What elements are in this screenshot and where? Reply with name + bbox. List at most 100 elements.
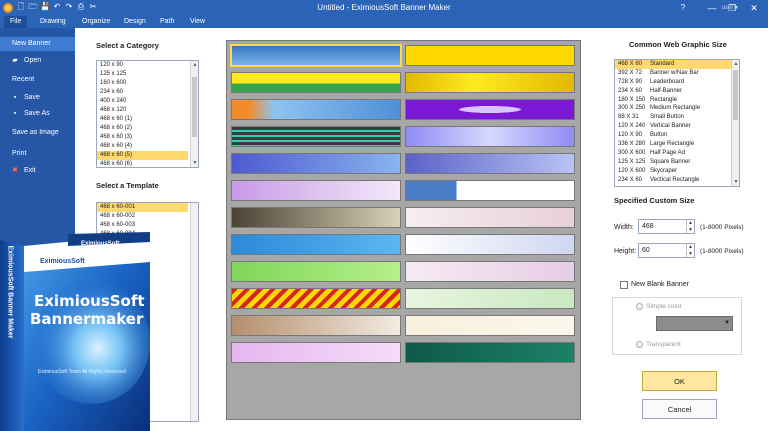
spin-down-icon[interactable]: ▼ <box>686 251 694 257</box>
nav-recent[interactable]: Recent <box>0 73 75 87</box>
scroll-thumb[interactable] <box>192 77 197 137</box>
width-label: Width: <box>614 224 634 231</box>
menu-drawing[interactable]: Drawing <box>34 16 72 28</box>
list-item[interactable]: 125 x 125 <box>97 70 198 79</box>
size-item[interactable]: 88 X 31 Small Button <box>615 113 739 122</box>
menu-view[interactable]: View <box>184 16 211 28</box>
template-thumb[interactable] <box>231 207 401 228</box>
list-item[interactable]: 400 x 240 <box>97 97 198 106</box>
size-item[interactable]: 392 X 72 Banner w/Nav Bar <box>615 69 739 78</box>
template-thumb[interactable] <box>405 72 575 93</box>
list-item[interactable]: 468 x 60-003 <box>97 221 198 230</box>
scroll-thumb[interactable] <box>733 70 738 120</box>
size-item-selected[interactable]: 468 X 60 Standard <box>615 60 739 69</box>
spin-up-icon[interactable]: ▲ <box>686 220 694 226</box>
new-blank-banner-checkbox[interactable] <box>620 281 628 289</box>
size-item[interactable]: 728 X 90 Leaderboard <box>615 78 739 87</box>
template-scrollbar[interactable] <box>190 203 198 421</box>
height-value: 60 <box>642 247 650 254</box>
menu-design[interactable]: Design <box>118 16 152 28</box>
window-title: Untitled - EximiousSoft Banner Maker <box>317 3 451 12</box>
list-item[interactable]: 468 x 60 (1) <box>97 115 198 124</box>
scroll-up-icon[interactable]: ▲ <box>732 60 739 68</box>
size-item[interactable]: 180 X 150 Rectangle <box>615 96 739 105</box>
template-thumb[interactable] <box>405 180 575 201</box>
template-thumb[interactable] <box>405 45 575 66</box>
ok-button[interactable]: OK <box>642 371 717 391</box>
spin-up-icon[interactable]: ▲ <box>686 244 694 250</box>
template-thumb[interactable] <box>231 234 401 255</box>
size-item[interactable]: 300 X 250 Medium Rectangle <box>615 104 739 113</box>
nav-open[interactable]: ▰ Open <box>0 54 75 68</box>
template-thumb[interactable] <box>405 126 575 147</box>
menu-file[interactable]: File <box>4 16 28 28</box>
cancel-button[interactable]: Cancel <box>642 399 717 419</box>
simple-color-radio[interactable] <box>636 303 643 310</box>
template-thumb[interactable] <box>231 261 401 282</box>
template-thumb[interactable] <box>405 315 575 336</box>
height-input[interactable]: 60 ▲ ▼ <box>638 243 695 258</box>
template-thumb[interactable] <box>405 342 575 363</box>
template-thumb[interactable] <box>231 342 401 363</box>
list-item[interactable]: 468 x 60 (6) <box>97 160 198 167</box>
size-item[interactable]: 120 X 240 Vertical Banner <box>615 122 739 131</box>
size-item[interactable]: 300 X 600 Half Page Ad <box>615 149 739 158</box>
size-item[interactable]: 234 X 60 Half-Banner <box>615 87 739 96</box>
sizes-list[interactable]: 468 X 60 Standard 392 X 72 Banner w/Nav Ba… <box>614 59 740 187</box>
list-item[interactable]: 468 x 60-002 <box>97 212 198 221</box>
list-item[interactable]: 468 x 60 (4) <box>97 142 198 151</box>
size-item[interactable]: 120 X 600 Skycraper <box>615 167 739 176</box>
template-thumb[interactable] <box>405 99 575 120</box>
category-scrollbar[interactable]: ▲ ▼ <box>190 61 198 167</box>
template-thumb[interactable] <box>405 261 575 282</box>
nav-save-as[interactable]: ▪ Save As <box>0 107 75 121</box>
list-item[interactable]: 468 x 60 (2) <box>97 124 198 133</box>
size-dim: 120 X 90 <box>618 132 643 139</box>
nav-save[interactable]: ▪ Save <box>0 91 75 105</box>
transparent-radio[interactable] <box>636 341 643 348</box>
minimize-button[interactable]: — <box>702 1 722 15</box>
template-thumb[interactable] <box>405 153 575 174</box>
template-thumb[interactable] <box>405 234 575 255</box>
maximize-button[interactable]: ❐ <box>722 1 742 15</box>
sizes-scrollbar[interactable]: ▲ ▼ <box>731 60 739 186</box>
size-item[interactable]: 336 X 280 Large Rectangle <box>615 140 739 149</box>
custom-size-heading: Specified Custom Size <box>614 196 695 205</box>
list-item[interactable]: 234 x 60 <box>97 88 198 97</box>
size-item[interactable]: 234 X 60 Vectical Rectangle <box>615 176 739 185</box>
close-button[interactable]: ✕ <box>744 1 764 15</box>
scroll-down-icon[interactable]: ▼ <box>732 178 739 186</box>
template-thumb[interactable] <box>231 72 401 93</box>
nav-exit[interactable]: ✖ Exit <box>0 164 75 178</box>
template-thumb[interactable] <box>231 315 401 336</box>
color-dropdown[interactable]: ▼ <box>656 316 733 331</box>
size-name: Vectical Rectangle <box>650 176 700 183</box>
size-item[interactable]: 120 X 90 Button <box>615 131 739 140</box>
spin-down-icon[interactable]: ▼ <box>686 227 694 233</box>
list-item-selected[interactable]: 468 x 60-001 <box>97 203 188 212</box>
template-thumb[interactable] <box>231 126 401 147</box>
menu-organize[interactable]: Organize <box>76 16 116 28</box>
template-thumb[interactable] <box>405 207 575 228</box>
template-thumb[interactable] <box>231 180 401 201</box>
width-input[interactable]: 468 ▲ ▼ <box>638 219 695 234</box>
size-item[interactable]: 125 X 125 Square Banner <box>615 158 739 167</box>
template-thumb[interactable] <box>231 99 401 120</box>
template-thumb[interactable] <box>405 288 575 309</box>
template-thumb[interactable] <box>231 288 401 309</box>
nav-new-banner[interactable]: New Banner <box>0 37 75 51</box>
list-item-selected[interactable]: 468 x 60 (5) <box>97 151 188 160</box>
category-list[interactable]: 120 x 90 125 x 125 160 x 600 234 x 60 40… <box>96 60 199 168</box>
nav-save-as-image[interactable]: Save as Image <box>0 126 75 140</box>
menu-path[interactable]: Path <box>154 16 180 28</box>
list-item[interactable]: 160 x 600 <box>97 79 198 88</box>
template-thumb[interactable] <box>230 44 402 67</box>
scroll-up-icon[interactable]: ▲ <box>191 61 198 69</box>
help-icon[interactable]: ? <box>678 3 688 13</box>
list-item[interactable]: 120 x 90 <box>97 61 198 70</box>
nav-print[interactable]: Print <box>0 147 75 161</box>
scroll-down-icon[interactable]: ▼ <box>191 159 198 167</box>
list-item[interactable]: 468 x 60 (3) <box>97 133 198 142</box>
list-item[interactable]: 468 x 120 <box>97 106 198 115</box>
template-thumb[interactable] <box>231 153 401 174</box>
